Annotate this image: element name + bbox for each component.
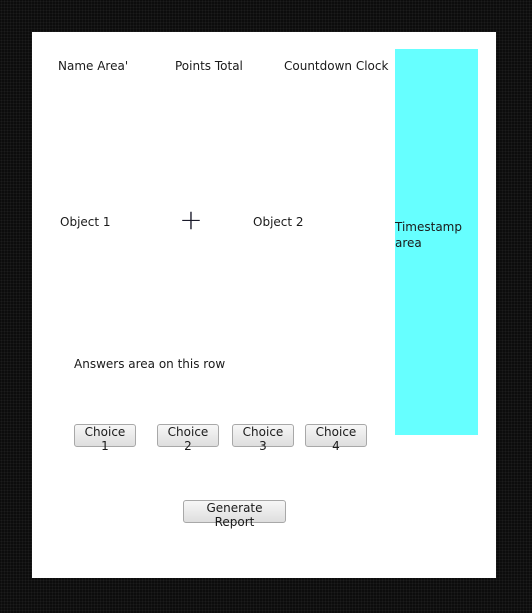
name-area-label: Name Area' <box>58 59 129 73</box>
timestamp-area: Timestamp area <box>395 49 478 435</box>
timestamp-label: Timestamp area <box>395 220 462 250</box>
object-1-label: Object 1 <box>60 215 111 229</box>
object-2-label: Object 2 <box>253 215 304 229</box>
plus-operator-icon: + <box>179 203 203 236</box>
countdown-clock-label: Countdown Clock <box>284 59 389 73</box>
generate-report-button[interactable]: Generate Report <box>183 500 286 529</box>
choice-2-button[interactable]: Choice 2 <box>157 424 219 453</box>
answers-area-label: Answers area on this row <box>74 357 226 371</box>
main-window: Name Area' Points Total Countdown Clock … <box>32 32 496 578</box>
choice-3-button[interactable]: Choice 3 <box>232 424 294 453</box>
points-total-label: Points Total <box>175 59 243 73</box>
choice-4-button[interactable]: Choice 4 <box>305 424 367 453</box>
choice-1-button[interactable]: Choice 1 <box>74 424 136 453</box>
